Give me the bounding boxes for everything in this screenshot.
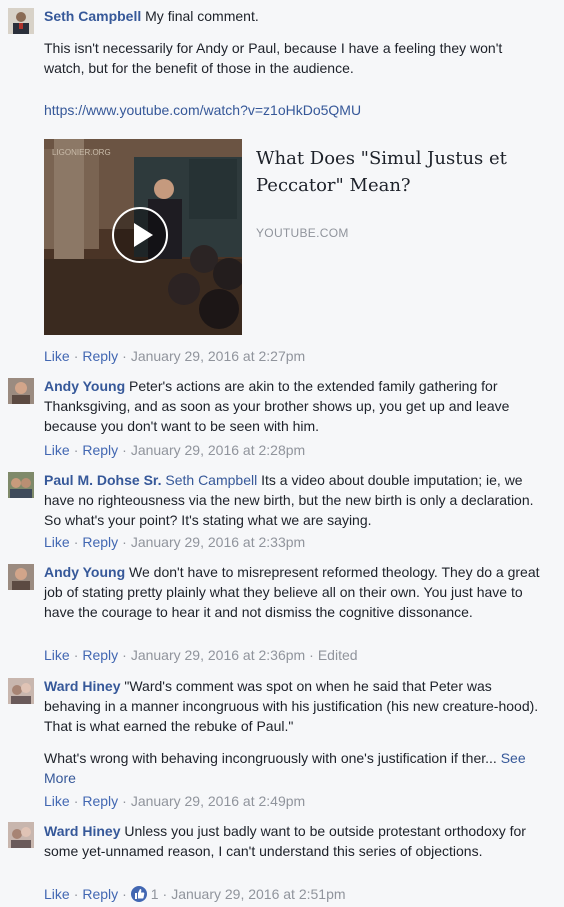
comment-author[interactable]: Andy Young [44,564,125,580]
comment-author[interactable]: Ward Hiney [44,823,121,839]
thumbnail-watermark: LIGONIER.ORG [52,148,111,157]
like-button[interactable]: Like [44,647,70,663]
comment-timestamp[interactable]: January 29, 2016 at 2:28pm [131,442,305,458]
avatar[interactable] [8,8,34,34]
avatar[interactable] [8,472,34,498]
comment-author[interactable]: Andy Young [44,378,125,394]
avatar[interactable] [8,678,34,704]
reply-button[interactable]: Reply [82,886,118,902]
reaction-count[interactable]: 1 [151,886,159,902]
like-button[interactable]: Like [44,348,70,364]
reply-button[interactable]: Reply [82,793,118,809]
like-button[interactable]: Like [44,886,70,902]
preview-title[interactable]: What Does "Simul Justus et Peccator" Mea… [256,145,516,199]
comment-actions: Like · Reply · January 29, 2016 at 2:49pm [44,793,306,809]
preview-domain: YOUTUBE.COM [256,226,349,240]
comment-actions: Like · Reply · January 29, 2016 at 2:27pm [44,348,306,364]
comment-text-paragraph: This isn't necessarily for Andy or Paul,… [44,40,503,76]
avatar[interactable] [8,378,34,404]
reply-button[interactable]: Reply [82,647,118,663]
comment-timestamp[interactable]: January 29, 2016 at 2:27pm [131,348,305,364]
edited-indicator[interactable]: Edited [318,647,358,663]
reply-button[interactable]: Reply [82,442,118,458]
avatar[interactable] [8,822,34,848]
comment-timestamp[interactable]: January 29, 2016 at 2:33pm [131,534,305,550]
comment-timestamp[interactable]: January 29, 2016 at 2:51pm [171,886,345,902]
comment-actions: Like · Reply · 1 · January 29, 2016 at 2:51pm [44,886,346,902]
like-button[interactable]: Like [44,793,70,809]
reply-button[interactable]: Reply [82,534,118,550]
comment-link[interactable]: https://www.youtube.com/watch?v=z1oHkDo5… [44,102,361,118]
like-button[interactable]: Like [44,534,70,550]
comment-text-paragraph: What's wrong with behaving incongruously… [44,750,497,766]
comment-actions: Like · Reply · January 29, 2016 at 2:36pm · Ed… [44,647,358,663]
comment-author[interactable]: Paul M. Dohse Sr. [44,472,161,488]
comment-text: My final comment. [145,8,259,24]
comment-timestamp[interactable]: January 29, 2016 at 2:36pm [131,647,305,663]
mention-link[interactable]: Seth Campbell [165,472,257,488]
comment-actions: Like · Reply · January 29, 2016 at 2:33pm [44,534,306,550]
reply-button[interactable]: Reply [82,348,118,364]
link-preview[interactable]: LIGONIER.ORG What Does "Simul Justus et … [44,139,514,335]
play-icon[interactable] [112,207,168,263]
comment-author[interactable]: Ward Hiney [44,678,121,694]
avatar[interactable] [8,564,34,590]
comment-author[interactable]: Seth Campbell [44,8,141,24]
like-button[interactable]: Like [44,442,70,458]
comment-actions: Like · Reply · January 29, 2016 at 2:28pm [44,442,306,458]
thumbs-up-icon[interactable] [130,886,147,902]
comment-timestamp[interactable]: January 29, 2016 at 2:49pm [131,793,305,809]
video-thumbnail[interactable]: LIGONIER.ORG [44,139,242,335]
